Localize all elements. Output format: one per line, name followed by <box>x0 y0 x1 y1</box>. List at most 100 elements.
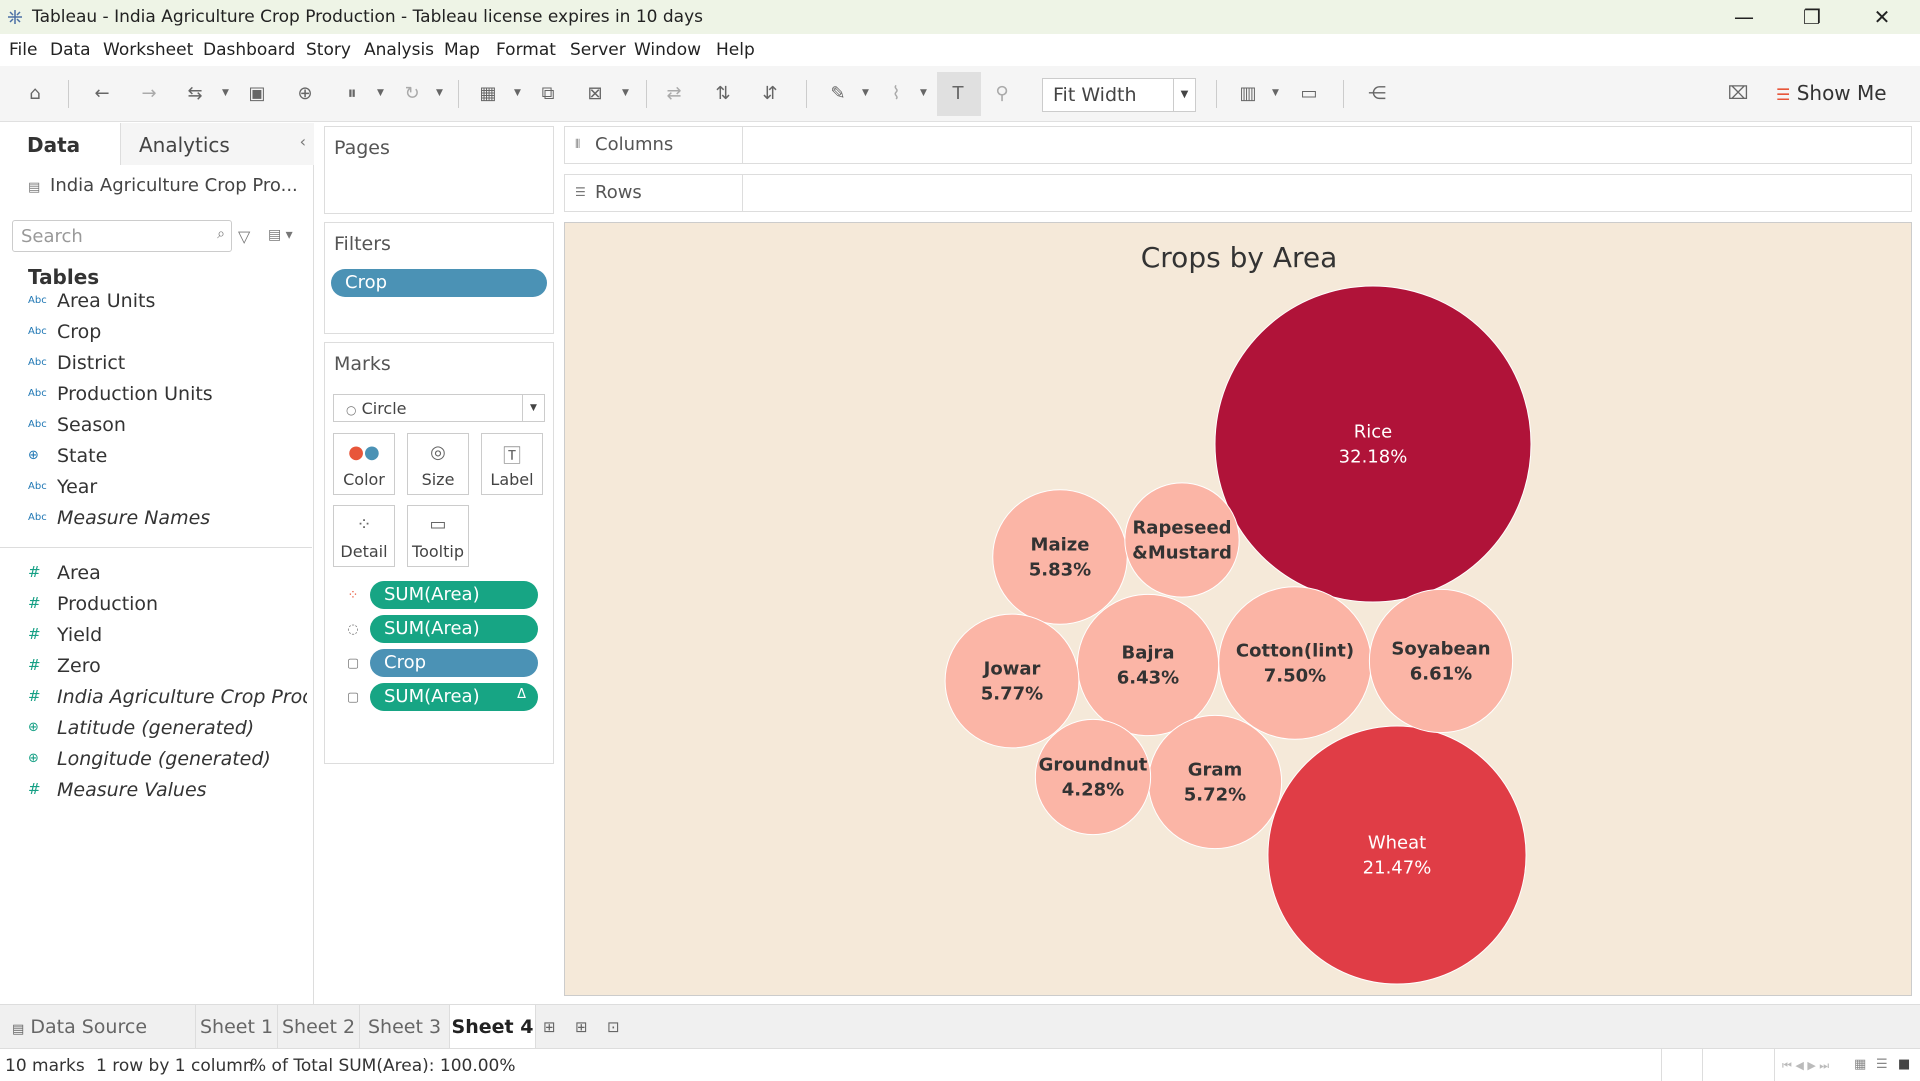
field-dimension[interactable]: Abc Area Units <box>0 288 310 316</box>
sort-descending-icon[interactable]: ⇵ <box>758 82 782 106</box>
size-button[interactable]: ◎ Size <box>407 433 469 495</box>
menu-data[interactable]: Data <box>50 40 91 60</box>
bubble-mark[interactable] <box>1034 718 1152 836</box>
columns-shelf[interactable]: ⦀ Columns <box>564 126 1912 164</box>
mark-type-dropdown[interactable]: ○ Circle ▼ <box>333 394 545 422</box>
label-button[interactable]: 🅃 Label <box>481 433 543 495</box>
bubble-mark[interactable] <box>992 489 1128 625</box>
menu-dashboard[interactable]: Dashboard <box>203 40 295 60</box>
group-icon[interactable]: ⌇ <box>884 82 908 106</box>
sort-ascending-icon[interactable]: ⇅ <box>711 82 735 106</box>
filter-pill-crop[interactable]: Crop <box>331 269 547 297</box>
bubble[interactable]: Soyabean 6.61% <box>1368 588 1514 734</box>
view-options-icon[interactable]: ▤ ▾ <box>268 227 293 243</box>
menu-file[interactable]: File <box>9 40 37 60</box>
tooltip-button[interactable]: ▭ Tooltip <box>407 505 469 567</box>
fit-dropdown[interactable]: Fit Width ▼ <box>1042 78 1196 112</box>
menu-worksheet[interactable]: Worksheet <box>103 40 193 60</box>
dropdown-arrow-icon[interactable]: ▼ <box>862 88 870 98</box>
menu-window[interactable]: Window <box>634 40 701 60</box>
sheet-sorter-icon[interactable]: ▦ <box>1854 1057 1866 1072</box>
field-measure[interactable]: # Area <box>0 560 310 588</box>
bubble[interactable]: Groundnut 4.28% <box>1034 718 1152 836</box>
restore-button[interactable]: ❐ <box>1782 2 1842 32</box>
dropdown-arrow-icon[interactable]: ▼ <box>1272 88 1280 98</box>
bubble[interactable]: Jowar 5.77% <box>944 613 1080 749</box>
search-input[interactable]: Search ⌕ <box>12 220 232 252</box>
field-measure[interactable]: ⊕ Longitude (generated) <box>0 746 310 774</box>
close-button[interactable]: ✕ <box>1852 2 1912 32</box>
save-icon[interactable]: ▣ <box>245 82 269 106</box>
menu-analysis[interactable]: Analysis <box>364 40 434 60</box>
minimize-button[interactable]: — <box>1714 2 1774 32</box>
bubble-mark[interactable] <box>1368 588 1514 734</box>
menu-story[interactable]: Story <box>306 40 351 60</box>
show-labels-icon[interactable]: T <box>946 82 970 106</box>
field-dimension[interactable]: Abc District <box>0 350 310 378</box>
detail-button[interactable]: ⁘ Detail <box>333 505 395 567</box>
color-pill-sum-area[interactable]: SUM(Area) <box>370 581 538 609</box>
new-worksheet-icon[interactable]: ▦ <box>476 82 500 106</box>
menu-map[interactable]: Map <box>444 40 480 60</box>
tab-data[interactable]: Data <box>0 123 120 165</box>
field-measure[interactable]: # Measure Values <box>0 777 310 805</box>
bubble-mark[interactable] <box>1076 593 1220 737</box>
bubble-mark[interactable] <box>1267 725 1527 985</box>
data-source-tab[interactable]: ▤ Data Source <box>0 1005 196 1049</box>
tab-sheet-4[interactable]: Sheet 4 <box>450 1005 536 1049</box>
bubble[interactable]: Maize 5.83% <box>992 489 1128 625</box>
bubble[interactable]: Cotton(lint) 7.50% <box>1218 586 1372 740</box>
label-pill-crop[interactable]: Crop <box>370 649 538 677</box>
new-story-icon[interactable]: ⊡ <box>607 1018 620 1036</box>
menu-server[interactable]: Server <box>570 40 626 60</box>
bubble-mark[interactable] <box>1124 482 1240 598</box>
bubble[interactable]: Rice 32.18% <box>1214 285 1532 603</box>
filter-icon[interactable]: ▽ <box>238 227 250 246</box>
sheet-navigation-icon[interactable]: ⏮ ◀ ▶ ⏭ <box>1782 1059 1829 1073</box>
field-dimension[interactable]: Abc Measure Names <box>0 505 310 533</box>
clear-sheet-icon[interactable]: ⊠ <box>583 82 607 106</box>
field-measure[interactable]: # Zero <box>0 653 310 681</box>
highlight-icon[interactable]: ✎ <box>826 82 850 106</box>
bubble-mark[interactable] <box>944 613 1080 749</box>
tabs-view-icon[interactable]: ■ <box>1898 1057 1910 1072</box>
new-datasource-icon[interactable]: ⊕ <box>293 82 317 106</box>
label-pill-sum-area[interactable]: SUM(Area) Δ <box>370 683 538 711</box>
field-dimension[interactable]: ⊕ State <box>0 443 310 471</box>
swap-icon[interactable]: ⇆ <box>183 82 207 106</box>
field-dimension[interactable]: Abc Year <box>0 474 310 502</box>
fix-axes-icon[interactable]: ⚲ <box>990 82 1014 106</box>
rows-shelf[interactable]: ☰ Rows <box>564 174 1912 212</box>
datasource-item[interactable]: ▤ India Agriculture Crop Pro... <box>28 175 298 196</box>
viz-canvas[interactable]: Crops by Area Rice 32.18% Wheat 21.47% Cotto… <box>564 222 1912 996</box>
refresh-icon[interactable]: ↻ <box>400 82 424 106</box>
dropdown-arrow-icon[interactable]: ▼ <box>622 88 630 98</box>
duplicate-icon[interactable]: ⧉ <box>536 82 560 106</box>
home-icon[interactable]: ⌂ <box>23 82 47 106</box>
dropdown-arrow-icon[interactable]: ▼ <box>920 88 928 98</box>
menu-help[interactable]: Help <box>716 40 755 60</box>
color-button[interactable]: ●● Color <box>333 433 395 495</box>
filmstrip-icon[interactable]: ☰ <box>1876 1057 1888 1072</box>
new-dashboard-icon[interactable]: ⊞ <box>575 1018 588 1036</box>
share-icon[interactable]: ⋲ <box>1365 82 1389 106</box>
swap-rows-columns-icon[interactable]: ⇄ <box>662 82 686 106</box>
size-pill-sum-area[interactable]: SUM(Area) <box>370 615 538 643</box>
presentation-mode-icon[interactable]: ▭ <box>1297 82 1321 106</box>
show-me-button[interactable]: ☰ Show Me <box>1776 81 1887 105</box>
field-dimension[interactable]: Abc Season <box>0 412 310 440</box>
dropdown-arrow-icon[interactable]: ▼ <box>514 88 522 98</box>
dropdown-arrow-icon[interactable]: ▼ <box>436 88 444 98</box>
field-measure[interactable]: # Production <box>0 591 310 619</box>
field-dimension[interactable]: Abc Crop <box>0 319 310 347</box>
bubble-mark[interactable] <box>1218 586 1372 740</box>
tab-sheet-1[interactable]: Sheet 1 <box>196 1005 278 1049</box>
bubble-mark[interactable] <box>1214 285 1532 603</box>
tab-sheet-2[interactable]: Sheet 2 <box>278 1005 360 1049</box>
new-worksheet-icon[interactable]: ⊞ <box>543 1018 556 1036</box>
undo-icon[interactable]: ← <box>90 82 114 106</box>
field-measure[interactable]: # India Agriculture Crop Prod... <box>0 684 310 712</box>
field-measure[interactable]: ⊕ Latitude (generated) <box>0 715 310 743</box>
tab-analytics[interactable]: Analytics ‹ <box>120 123 314 165</box>
bubble[interactable]: Wheat 21.47% <box>1267 725 1527 985</box>
